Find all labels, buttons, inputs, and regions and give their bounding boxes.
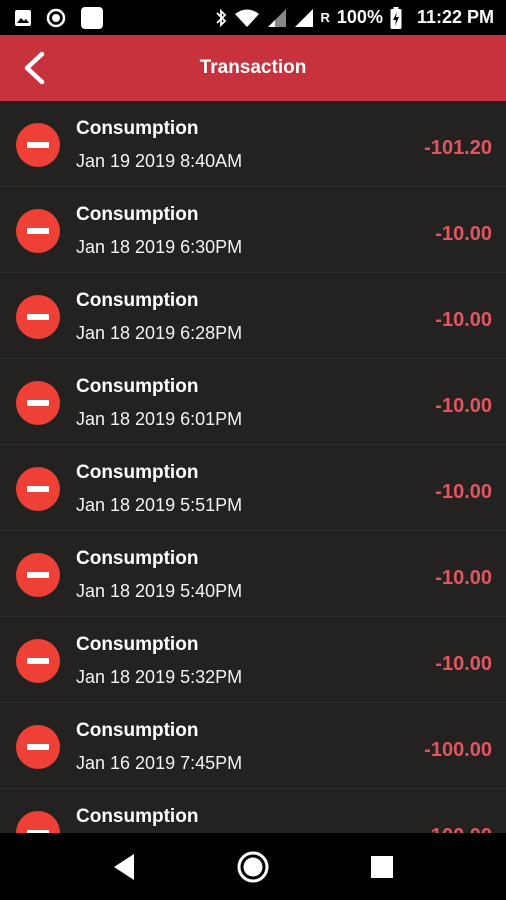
status-bar: R 100% 11:22 PM bbox=[0, 0, 506, 35]
battery-percent: 100% bbox=[336, 7, 383, 27]
transaction-date: Jan 18 2019 5:40PM bbox=[76, 581, 243, 601]
transaction-amount: -10.00 bbox=[435, 309, 492, 331]
transaction-amount: -10.00 bbox=[435, 653, 492, 675]
list-item[interactable]: Consumption Jan 18 2019 5:40PM -10.00 bbox=[0, 531, 506, 617]
image-icon bbox=[14, 9, 32, 27]
minus-circle-icon bbox=[16, 123, 60, 167]
list-item[interactable]: Consumption Jan 16 2019 7:45PM -100.00 bbox=[0, 703, 506, 789]
transaction-date: Jan 16 2019 7:45PM bbox=[76, 753, 243, 773]
app-bar: Transaction bbox=[0, 35, 506, 101]
transaction-list[interactable]: Consumption Jan 19 2019 8:40AM -101.20 C… bbox=[0, 101, 506, 833]
nav-back-button[interactable] bbox=[94, 837, 154, 897]
battery-charging-icon bbox=[390, 6, 402, 29]
back-button[interactable] bbox=[14, 50, 54, 86]
carrier-badge: R bbox=[320, 10, 330, 25]
transaction-amount: -10.00 bbox=[435, 223, 492, 245]
recents-square-icon bbox=[370, 855, 393, 878]
nav-recents-button[interactable] bbox=[352, 837, 412, 897]
home-circle-icon bbox=[237, 851, 269, 882]
transaction-amount: -10.00 bbox=[435, 395, 492, 417]
transaction-title: Consumption bbox=[76, 204, 199, 225]
list-item[interactable]: Consumption -100.00 bbox=[0, 789, 506, 833]
transaction-title: Consumption bbox=[76, 462, 199, 483]
back-triangle-icon bbox=[114, 853, 135, 880]
record-icon bbox=[46, 8, 66, 28]
clock: 11:22 PM bbox=[416, 7, 494, 27]
minus-circle-icon bbox=[16, 639, 60, 683]
transaction-title: Consumption bbox=[76, 118, 199, 139]
transaction-title: Consumption bbox=[76, 806, 199, 827]
transaction-title: Consumption bbox=[76, 634, 199, 655]
signal-icon bbox=[294, 8, 314, 28]
transaction-amount: -100.00 bbox=[424, 825, 492, 833]
transaction-amount: -10.00 bbox=[435, 481, 492, 503]
system-nav-bar bbox=[0, 833, 506, 900]
minus-circle-icon bbox=[16, 725, 60, 769]
transaction-date: Jan 18 2019 5:51PM bbox=[76, 495, 243, 515]
transaction-title: Consumption bbox=[76, 290, 199, 311]
minus-circle-icon bbox=[16, 295, 60, 339]
page-title: Transaction bbox=[199, 57, 307, 78]
transaction-title: Consumption bbox=[76, 720, 199, 741]
transaction-amount: -10.00 bbox=[435, 567, 492, 589]
transaction-date: Jan 18 2019 6:30PM bbox=[76, 237, 243, 257]
transaction-date: Jan 19 2019 8:40AM bbox=[76, 151, 243, 171]
bluetooth-icon bbox=[215, 8, 227, 28]
nav-home-button[interactable] bbox=[223, 837, 283, 897]
list-item[interactable]: Consumption Jan 18 2019 5:51PM -10.00 bbox=[0, 445, 506, 531]
transaction-date: Jan 18 2019 6:28PM bbox=[76, 323, 243, 343]
transaction-date: Jan 18 2019 6:01PM bbox=[76, 409, 243, 429]
transaction-amount: -101.20 bbox=[424, 137, 492, 159]
list-item[interactable]: Consumption Jan 18 2019 6:01PM -10.00 bbox=[0, 359, 506, 445]
transaction-amount: -100.00 bbox=[424, 739, 492, 761]
minus-circle-icon bbox=[16, 381, 60, 425]
transaction-date: Jan 18 2019 5:32PM bbox=[76, 667, 243, 687]
list-item[interactable]: Consumption Jan 18 2019 6:30PM -10.00 bbox=[0, 187, 506, 273]
minus-circle-icon bbox=[16, 811, 60, 833]
minus-circle-icon bbox=[16, 209, 60, 253]
wifi-icon bbox=[234, 8, 260, 28]
list-item[interactable]: Consumption Jan 19 2019 8:40AM -101.20 bbox=[0, 101, 506, 187]
chevron-left-icon bbox=[24, 51, 45, 85]
signal-icon bbox=[267, 8, 287, 28]
minus-circle-icon bbox=[16, 553, 60, 597]
list-item[interactable]: Consumption Jan 18 2019 6:28PM -10.00 bbox=[0, 273, 506, 359]
list-item[interactable]: Consumption Jan 18 2019 5:32PM -10.00 bbox=[0, 617, 506, 703]
transaction-title: Consumption bbox=[76, 548, 199, 569]
transaction-title: Consumption bbox=[76, 376, 199, 397]
square-app-icon bbox=[80, 6, 104, 30]
minus-circle-icon bbox=[16, 467, 60, 511]
